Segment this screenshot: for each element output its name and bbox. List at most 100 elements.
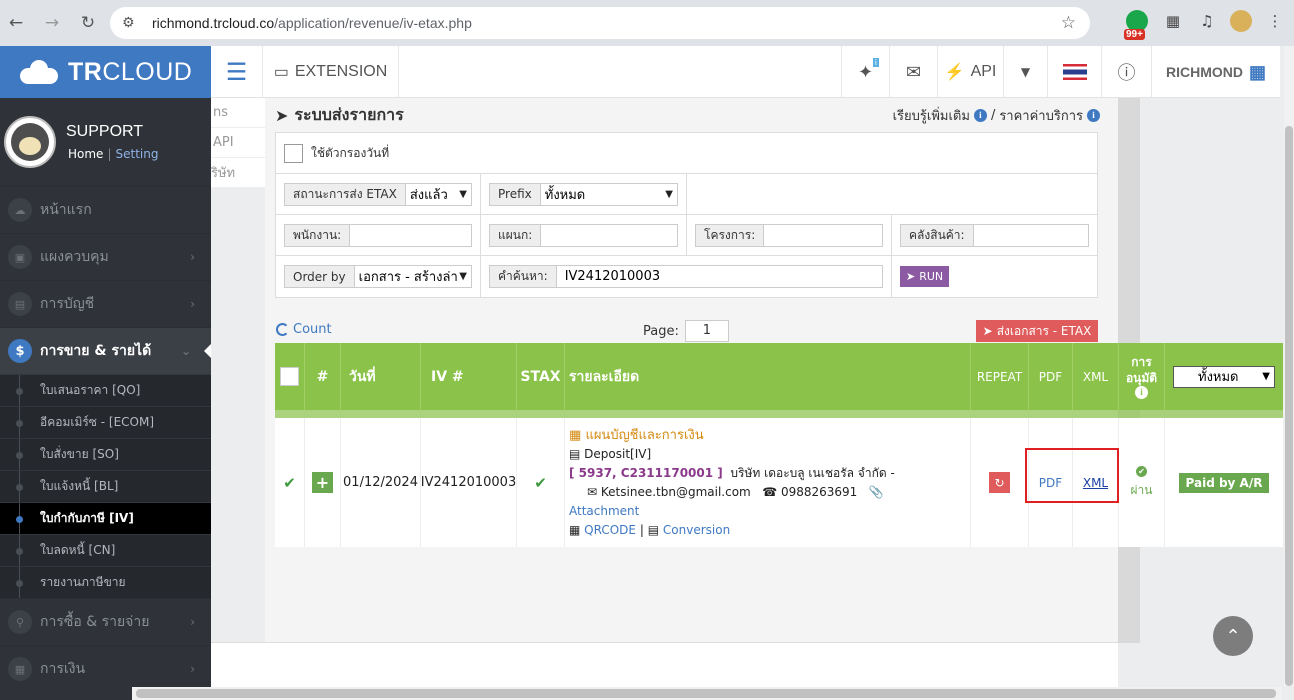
sidebar-item-purchase[interactable]: ⚲ การซื้อ & รายจ่าย ›	[0, 598, 211, 645]
dollar-icon: $	[8, 339, 32, 363]
setting-link[interactable]: Setting	[115, 147, 158, 161]
envelope-icon[interactable]: ✉	[890, 46, 938, 98]
extension-badge-icon[interactable]: 99+	[1124, 8, 1150, 40]
sidebar-subitem-ecom[interactable]: อีคอมเมิร์ซ - [ECOM]	[0, 406, 211, 438]
site-info-icon[interactable]: ⚙	[122, 15, 142, 31]
select-all-checkbox[interactable]	[280, 367, 299, 386]
col-pdf: PDF	[1029, 343, 1073, 410]
bookmark-star-icon[interactable]: ☆	[1061, 13, 1076, 33]
customer-phone: 0988263691	[780, 484, 858, 499]
check-circle-icon: ✔	[1136, 465, 1147, 477]
page-number-input[interactable]: 1	[684, 320, 729, 342]
address-bar[interactable]: ⚙ richmond.trcloud.co/application/revenu…	[110, 7, 1090, 39]
profile-avatar[interactable]	[1230, 10, 1252, 32]
forward-icon[interactable]: →	[38, 9, 66, 37]
hidden-tab-item[interactable]: ns	[211, 98, 265, 128]
party-popper-icon[interactable]: ✦ i	[842, 46, 890, 98]
info-icon[interactable]: i	[1087, 109, 1100, 122]
book-icon: ▤	[569, 446, 581, 461]
kebab-menu-icon[interactable]: ⋮	[1264, 10, 1286, 32]
home-link[interactable]: Home	[68, 147, 103, 161]
api-tab[interactable]: ⚡ API	[938, 46, 1004, 98]
order-by-select[interactable]: Order by เอกสาร - สร้างล่า ▼	[284, 265, 472, 288]
sidebar-subitem-sales-tax-report[interactable]: รายงานภาษีขาย	[0, 566, 211, 598]
department-field[interactable]: แผนก:	[489, 223, 678, 247]
send-etax-button[interactable]: ➤ ส่งเอกสาร - ETAX	[976, 320, 1098, 342]
sidebar-subitem-iv[interactable]: ใบกำกับภาษี [IV]	[0, 502, 211, 534]
hamburger-menu-icon[interactable]: ☰	[211, 46, 263, 98]
deposit-label: Deposit[IV]	[584, 446, 652, 461]
status-badge[interactable]: Paid by A/R	[1178, 472, 1270, 493]
table-header: # วันที่ IV # STAX รายละเอียด REPEAT PDF…	[275, 343, 1283, 410]
search-input[interactable]: คำค้นหา: IV2412010003	[489, 265, 883, 288]
date-filter-label: ใช้ตัวกรองวันที่	[311, 145, 390, 160]
status-filter-select[interactable]: ทั้งหมด ▼	[1173, 365, 1275, 388]
sidebar-item-dashboard[interactable]: ▣ แผงควบคุม ›	[0, 233, 211, 280]
phone-icon: ☎	[762, 484, 778, 499]
warehouse-field[interactable]: คลังสินค้า:	[900, 223, 1089, 247]
employee-field[interactable]: พนักงาน:	[284, 223, 472, 247]
check-icon: ✔	[283, 473, 296, 492]
company-name: บริษัท เดอะบลู เนเชอรัล จำกัด -	[730, 465, 895, 480]
info-icon[interactable]: i	[1135, 386, 1148, 399]
date-filter-checkbox[interactable]	[284, 143, 303, 163]
scroll-to-top-button[interactable]: ⌃	[1213, 616, 1253, 656]
page-header: ➤ ระบบส่งรายการ เรียบรู้เพิ่มเติม i / รา…	[275, 103, 1100, 125]
approval-status: ✔ ผ่าน	[1119, 418, 1165, 547]
extension-tab[interactable]: ▭ EXTENSION	[263, 46, 399, 98]
col-num: #	[305, 343, 341, 410]
puzzle-icon[interactable]: ▦	[1162, 10, 1184, 32]
sidebar-subitem-so[interactable]: ใบสั่งขาย [SO]	[0, 438, 211, 470]
hidden-tab-item[interactable]: API	[211, 128, 265, 158]
browser-extensions: 99+ ▦ ♫ ⋮	[1124, 8, 1286, 40]
rocket-icon: ➤	[906, 270, 916, 283]
sidebar-item-finance[interactable]: ▦ การเงิน ›	[0, 645, 211, 692]
extension-badge-count: 99+	[1124, 29, 1145, 40]
run-button[interactable]: ➤ RUN	[900, 266, 950, 287]
etax-status-select[interactable]: สถานะการส่ง ETAX ส่งแล้ว ▼	[284, 182, 472, 206]
logo[interactable]: TRCLOUD	[0, 46, 211, 98]
sidebar-subitem-cn[interactable]: ใบลดหนี้ [CN]	[0, 534, 211, 566]
prefix-select[interactable]: Prefix ทั้งหมด ▼	[489, 182, 678, 206]
sidebar-item-home[interactable]: ☁ หน้าแรก	[0, 186, 211, 233]
expand-row-button[interactable]: +	[312, 472, 333, 493]
col-iv[interactable]: IV #	[421, 343, 517, 410]
sidebar-subitem-bl[interactable]: ใบแจ้งหนี้ [BL]	[0, 470, 211, 502]
qrcode-link[interactable]: QRCODE	[584, 523, 636, 537]
row-iv-number[interactable]: IV2412010003	[421, 418, 517, 547]
sidebar-item-sales[interactable]: $ การขาย & รายได้ ⌄	[0, 327, 211, 374]
conversion-link[interactable]: Conversion	[663, 523, 730, 537]
repeat-button[interactable]: ↻	[989, 472, 1010, 493]
horizontal-scrollbar[interactable]	[132, 687, 1282, 700]
hidden-tab-item[interactable]: ริษัท	[211, 158, 265, 188]
count-link[interactable]: Count	[276, 322, 332, 337]
avatar[interactable]	[4, 116, 56, 168]
url-path: /application/revenue/iv-etax.php	[274, 15, 472, 31]
envelope-icon: ✉	[587, 484, 598, 499]
caret-down-icon[interactable]: ▼	[1004, 46, 1048, 98]
media-icon[interactable]: ♫	[1196, 10, 1218, 32]
page-footer	[211, 642, 1118, 687]
attachment-link[interactable]: Attachment	[569, 502, 639, 521]
hidden-tab-panel: ns API ริษัท	[211, 98, 265, 188]
cloud-icon: ☁	[8, 198, 32, 222]
back-icon[interactable]: ←	[2, 9, 30, 37]
project-field[interactable]: โครงการ:	[695, 223, 883, 247]
pricing-link[interactable]: ราคาค่าบริการ	[999, 105, 1083, 126]
sidebar-item-accounting[interactable]: ▤ การบัญชี ›	[0, 280, 211, 327]
cloud-logo-icon	[16, 60, 60, 84]
col-stax: STAX	[517, 343, 565, 410]
vertical-scrollbar[interactable]	[1284, 46, 1294, 686]
qrcode-icon: ▦	[569, 522, 581, 537]
browser-toolbar: ← → ↻ ⚙ richmond.trcloud.co/application/…	[0, 0, 1294, 46]
thai-flag-icon[interactable]	[1048, 46, 1102, 98]
info-icon[interactable]: i	[973, 109, 987, 122]
reload-icon[interactable]: ↻	[74, 9, 102, 37]
paperclip-icon[interactable]: 📎	[869, 485, 884, 499]
help-icon[interactable]: ⓘ	[1102, 46, 1152, 98]
customer-code[interactable]: [ 5937, C2311170001 ]	[569, 466, 723, 480]
col-date[interactable]: วันที่	[341, 343, 421, 410]
learn-more-link[interactable]: เรียบรู้เพิ่มเติม	[893, 105, 970, 126]
company-name[interactable]: RICHMOND ▦	[1152, 46, 1280, 98]
sidebar-subitem-qo[interactable]: ใบเสนอราคา [QO]	[0, 374, 211, 406]
